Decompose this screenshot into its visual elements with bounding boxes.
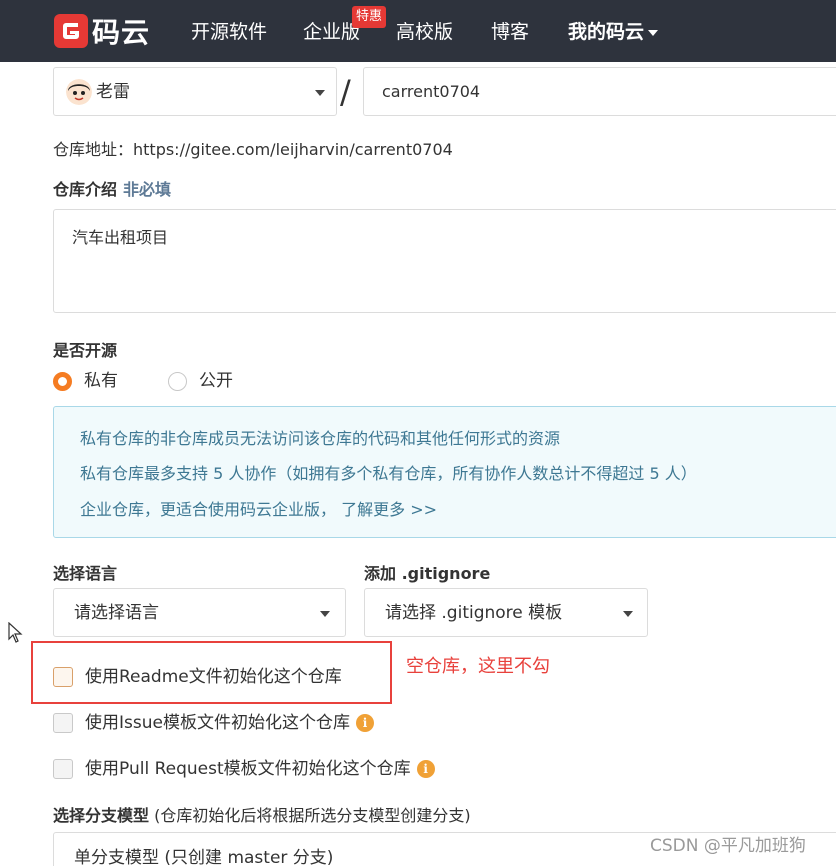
description-textarea[interactable]: 汽车出租项目 xyxy=(53,209,836,313)
checkbox-pr-template[interactable]: 使用Pull Request模板文件初始化这个仓库 i xyxy=(53,756,435,782)
caret-down-icon xyxy=(315,90,325,96)
gitee-logo[interactable]: 码云 xyxy=(54,12,150,50)
repo-name-input[interactable] xyxy=(363,67,836,116)
repo-url: 仓库地址：https://gitee.com/leijharvin/carren… xyxy=(53,140,453,159)
nav-my-gitee-label: 我的码云 xyxy=(568,21,645,43)
logo-text: 码云 xyxy=(92,16,151,49)
optional-tag: 非必填 xyxy=(123,180,172,199)
checkbox-issue-control[interactable] xyxy=(53,713,73,733)
top-nav: 码云 开源软件 企业版 特惠 高校版 博客 我的码云 xyxy=(0,0,836,62)
radio-private-control[interactable] xyxy=(53,371,72,391)
info-icon[interactable]: i xyxy=(416,760,435,778)
description-label-text: 仓库介绍 xyxy=(53,180,118,199)
checkbox-readme[interactable]: 使用Readme文件初始化这个仓库 xyxy=(53,664,342,690)
radio-public[interactable]: 公开 xyxy=(168,368,233,394)
checkbox-readme-control[interactable] xyxy=(53,667,73,687)
owner-name: 老雷 xyxy=(96,82,130,102)
nav-education[interactable]: 高校版 xyxy=(396,19,453,45)
checkbox-readme-label: 使用Readme文件初始化这个仓库 xyxy=(85,667,342,687)
chevron-down-icon xyxy=(648,29,659,36)
watermark: CSDN @平凡加班狗 xyxy=(650,836,806,856)
caret-down-icon xyxy=(623,611,633,617)
info-icon[interactable]: i xyxy=(355,714,374,732)
radio-private[interactable]: 私有 xyxy=(53,368,118,394)
info-line-2: 私有仓库最多支持 5 人协作（如拥有多个私有仓库，所有协作人数总计不得超过 5 … xyxy=(80,464,697,483)
owner-select[interactable]: 老雷 xyxy=(53,67,337,116)
info-line-1: 私有仓库的非仓库成员无法访问该仓库的代码和其他任何形式的资源 xyxy=(80,429,561,448)
learn-more-link[interactable]: 了解更多 >> xyxy=(341,500,437,519)
radio-public-label: 公开 xyxy=(199,371,233,391)
promo-badge: 特惠 xyxy=(352,6,387,28)
avatar xyxy=(66,79,92,105)
logo-mark-icon xyxy=(54,14,88,48)
branch-model-hint: (仓库初始化后将根据所选分支模型创建分支) xyxy=(154,806,471,825)
caret-down-icon xyxy=(320,611,330,617)
info-line-3-text: 企业仓库，更适合使用码云企业版， xyxy=(80,500,337,519)
gitignore-label: 添加 .gitignore xyxy=(364,564,491,583)
path-separator: / xyxy=(340,73,351,111)
info-line-3: 企业仓库，更适合使用码云企业版， 了解更多 >> xyxy=(80,498,437,522)
mouse-cursor-icon xyxy=(8,622,23,643)
checkbox-issue-label: 使用Issue模板文件初始化这个仓库 xyxy=(85,713,350,733)
annotation-text: 空仓库，这里不勾 xyxy=(406,656,550,677)
nav-open-source[interactable]: 开源软件 xyxy=(191,19,267,45)
checkbox-pr-control[interactable] xyxy=(53,759,73,779)
private-info-box: 私有仓库的非仓库成员无法访问该仓库的代码和其他任何形式的资源 私有仓库最多支持 … xyxy=(53,406,836,538)
branch-model-label: 选择分支模型 (仓库初始化后将根据所选分支模型创建分支) xyxy=(53,804,471,828)
branch-model-title: 选择分支模型 xyxy=(53,806,150,825)
gitignore-select-value: 请选择 .gitignore 模板 xyxy=(385,603,563,623)
branch-model-value: 单分支模型 (只创建 master 分支) xyxy=(74,848,334,866)
nav-blog[interactable]: 博客 xyxy=(491,19,529,45)
gitignore-select[interactable]: 请选择 .gitignore 模板 xyxy=(364,588,648,637)
description-label: 仓库介绍 非必填 xyxy=(53,178,171,202)
radio-private-label: 私有 xyxy=(84,371,118,391)
visibility-label: 是否开源 xyxy=(53,341,118,360)
radio-public-control[interactable] xyxy=(168,371,187,391)
language-select-value: 请选择语言 xyxy=(74,603,159,623)
checkbox-pr-label: 使用Pull Request模板文件初始化这个仓库 xyxy=(85,759,411,779)
nav-my-gitee[interactable]: 我的码云 xyxy=(568,19,659,45)
checkbox-issue-template[interactable]: 使用Issue模板文件初始化这个仓库 i xyxy=(53,710,374,736)
language-select[interactable]: 请选择语言 xyxy=(53,588,346,637)
language-label: 选择语言 xyxy=(53,564,118,583)
